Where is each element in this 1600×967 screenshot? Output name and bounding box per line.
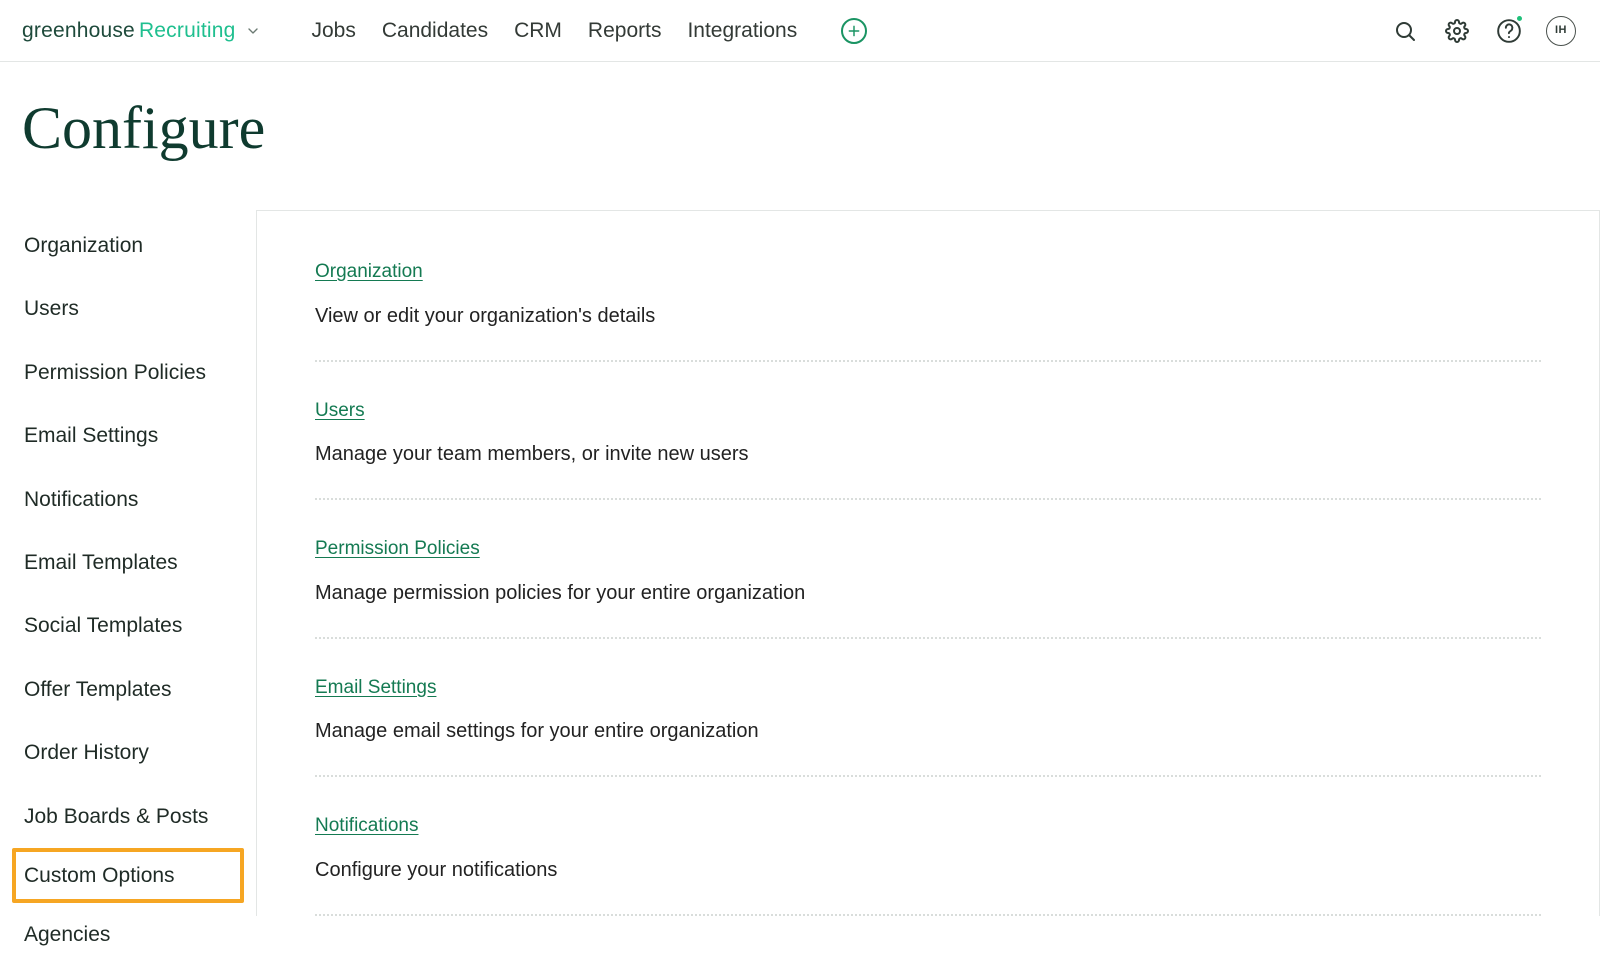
topbar: greenhouse Recruiting Jobs Candidates CR… bbox=[0, 0, 1600, 62]
section-permission-policies: Permission Policies Manage permission po… bbox=[315, 500, 1541, 639]
avatar[interactable]: IH bbox=[1546, 16, 1576, 46]
sidebar-item-organization[interactable]: Organization bbox=[12, 214, 244, 277]
nav-integrations[interactable]: Integrations bbox=[687, 12, 797, 49]
content: Organization Users Permission Policies E… bbox=[0, 210, 1600, 967]
section-link-users[interactable]: Users bbox=[315, 398, 365, 425]
section-notifications: Notifications Configure your notificatio… bbox=[315, 777, 1541, 916]
primary-nav: Jobs Candidates CRM Reports Integrations bbox=[311, 12, 797, 49]
sidebar-item-agencies[interactable]: Agencies bbox=[12, 903, 244, 966]
sidebar: Organization Users Permission Policies E… bbox=[12, 210, 244, 967]
sidebar-item-permission-policies[interactable]: Permission Policies bbox=[12, 341, 244, 404]
nav-candidates[interactable]: Candidates bbox=[382, 12, 488, 49]
sidebar-item-notifications[interactable]: Notifications bbox=[12, 468, 244, 531]
section-link-email-settings[interactable]: Email Settings bbox=[315, 675, 436, 702]
section-users: Users Manage your team members, or invit… bbox=[315, 362, 1541, 501]
section-email-settings: Email Settings Manage email settings for… bbox=[315, 639, 1541, 778]
notification-dot-icon bbox=[1515, 14, 1524, 23]
brand-logo[interactable]: greenhouse Recruiting bbox=[22, 16, 235, 45]
section-desc: Manage permission policies for your enti… bbox=[315, 579, 1541, 607]
sidebar-item-users[interactable]: Users bbox=[12, 277, 244, 340]
section-link-permission-policies[interactable]: Permission Policies bbox=[315, 536, 480, 563]
section-desc: View or edit your organization's details bbox=[315, 302, 1541, 330]
help-icon[interactable] bbox=[1494, 16, 1524, 46]
search-icon[interactable] bbox=[1390, 16, 1420, 46]
brand-part1: greenhouse bbox=[22, 16, 135, 45]
section-link-organization[interactable]: Organization bbox=[315, 259, 423, 286]
add-button[interactable] bbox=[841, 18, 867, 44]
nav-jobs[interactable]: Jobs bbox=[311, 12, 355, 49]
sidebar-item-order-history[interactable]: Order History bbox=[12, 721, 244, 784]
avatar-initials: IH bbox=[1555, 23, 1567, 38]
top-actions: IH bbox=[1390, 16, 1576, 46]
section-link-notifications[interactable]: Notifications bbox=[315, 813, 419, 840]
section-desc: Configure your notifications bbox=[315, 856, 1541, 884]
sidebar-item-email-templates[interactable]: Email Templates bbox=[12, 531, 244, 594]
nav-reports[interactable]: Reports bbox=[588, 12, 662, 49]
sidebar-item-custom-options[interactable]: Custom Options bbox=[12, 848, 244, 903]
sidebar-item-offer-templates[interactable]: Offer Templates bbox=[12, 658, 244, 721]
sidebar-item-job-boards-posts[interactable]: Job Boards & Posts bbox=[12, 785, 244, 848]
gear-icon[interactable] bbox=[1442, 16, 1472, 46]
brand-part2: Recruiting bbox=[139, 16, 236, 45]
section-desc: Manage email settings for your entire or… bbox=[315, 717, 1541, 745]
chevron-down-icon[interactable] bbox=[245, 23, 261, 39]
main-panel: Organization View or edit your organizat… bbox=[256, 210, 1600, 916]
section-organization: Organization View or edit your organizat… bbox=[315, 211, 1541, 362]
page-title: Configure bbox=[22, 86, 1600, 170]
sidebar-item-social-templates[interactable]: Social Templates bbox=[12, 594, 244, 657]
section-desc: Manage your team members, or invite new … bbox=[315, 440, 1541, 468]
sidebar-item-email-settings[interactable]: Email Settings bbox=[12, 404, 244, 467]
nav-crm[interactable]: CRM bbox=[514, 12, 562, 49]
